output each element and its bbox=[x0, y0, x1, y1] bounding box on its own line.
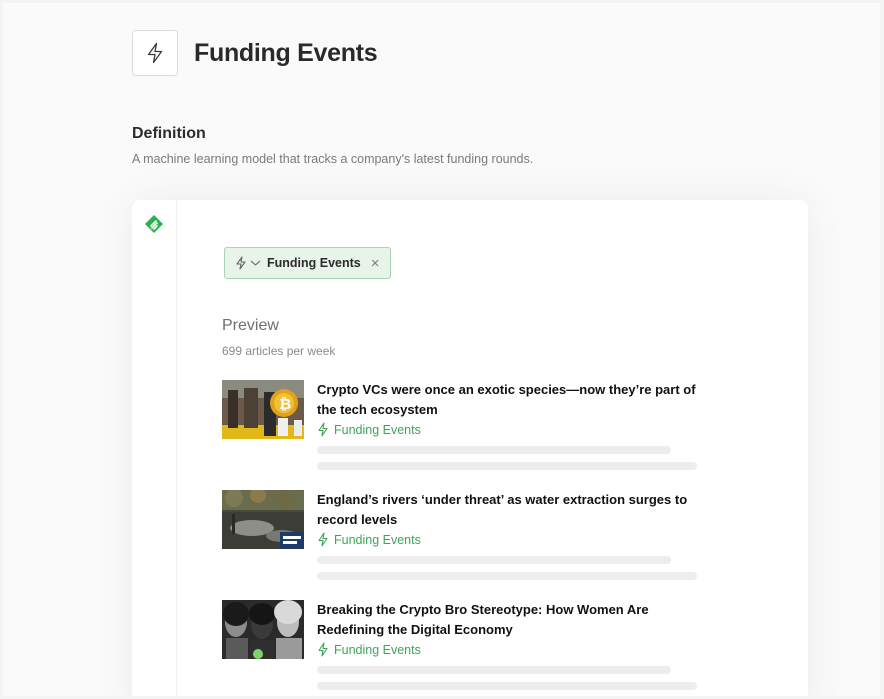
page-header: Funding Events bbox=[132, 30, 378, 76]
definition-heading: Definition bbox=[132, 125, 206, 142]
chevron-down-icon[interactable] bbox=[250, 259, 261, 267]
article-tag: Funding Events bbox=[317, 422, 421, 437]
lightning-icon bbox=[147, 42, 163, 64]
lightning-icon bbox=[318, 642, 328, 657]
skeleton-line bbox=[317, 446, 671, 454]
preview-card: Funding Events × Preview 699 articles pe… bbox=[132, 200, 808, 696]
page: Funding Events Definition A machine lear… bbox=[3, 3, 880, 696]
topic-chip[interactable]: Funding Events × bbox=[224, 247, 391, 279]
preview-title: Preview bbox=[222, 317, 279, 334]
feedly-logo-icon bbox=[145, 215, 163, 233]
page-title: Funding Events bbox=[194, 38, 378, 67]
skeleton-line bbox=[317, 462, 697, 470]
skeleton-line bbox=[317, 666, 671, 674]
article-thumbnail[interactable]: ₿ bbox=[222, 380, 304, 439]
definition-text: A machine learning model that tracks a c… bbox=[132, 152, 534, 166]
article-tag: Funding Events bbox=[317, 642, 421, 657]
lightning-icon bbox=[236, 256, 246, 270]
feed-icon-box bbox=[132, 30, 178, 76]
article-tag-label: Funding Events bbox=[334, 532, 421, 547]
close-icon[interactable]: × bbox=[371, 256, 380, 271]
preview-subtitle: 699 articles per week bbox=[222, 344, 336, 358]
article-thumbnail[interactable] bbox=[222, 600, 304, 659]
card-divider bbox=[176, 200, 177, 696]
skeleton-line bbox=[317, 682, 697, 690]
lightning-icon bbox=[318, 422, 328, 437]
article-tag: Funding Events bbox=[317, 532, 421, 547]
article-title[interactable]: Crypto VCs were once an exotic species—n… bbox=[317, 380, 717, 420]
article-tag-label: Funding Events bbox=[334, 422, 421, 437]
skeleton-line bbox=[317, 572, 697, 580]
article-thumbnail[interactable] bbox=[222, 490, 304, 549]
article-item[interactable]: England’s rivers ‘under threat’ as water… bbox=[222, 490, 722, 590]
skeleton-line bbox=[317, 556, 671, 564]
article-item[interactable]: Breaking the Crypto Bro Stereotype: How … bbox=[222, 600, 722, 696]
chip-label: Funding Events bbox=[267, 256, 361, 270]
article-item[interactable]: ₿ Crypto VCs were once an exotic species… bbox=[222, 380, 722, 480]
article-title[interactable]: England’s rivers ‘under threat’ as water… bbox=[317, 490, 717, 530]
article-tag-label: Funding Events bbox=[334, 642, 421, 657]
svg-text:₿: ₿ bbox=[279, 396, 291, 413]
article-title[interactable]: Breaking the Crypto Bro Stereotype: How … bbox=[317, 600, 717, 640]
lightning-icon bbox=[318, 532, 328, 547]
